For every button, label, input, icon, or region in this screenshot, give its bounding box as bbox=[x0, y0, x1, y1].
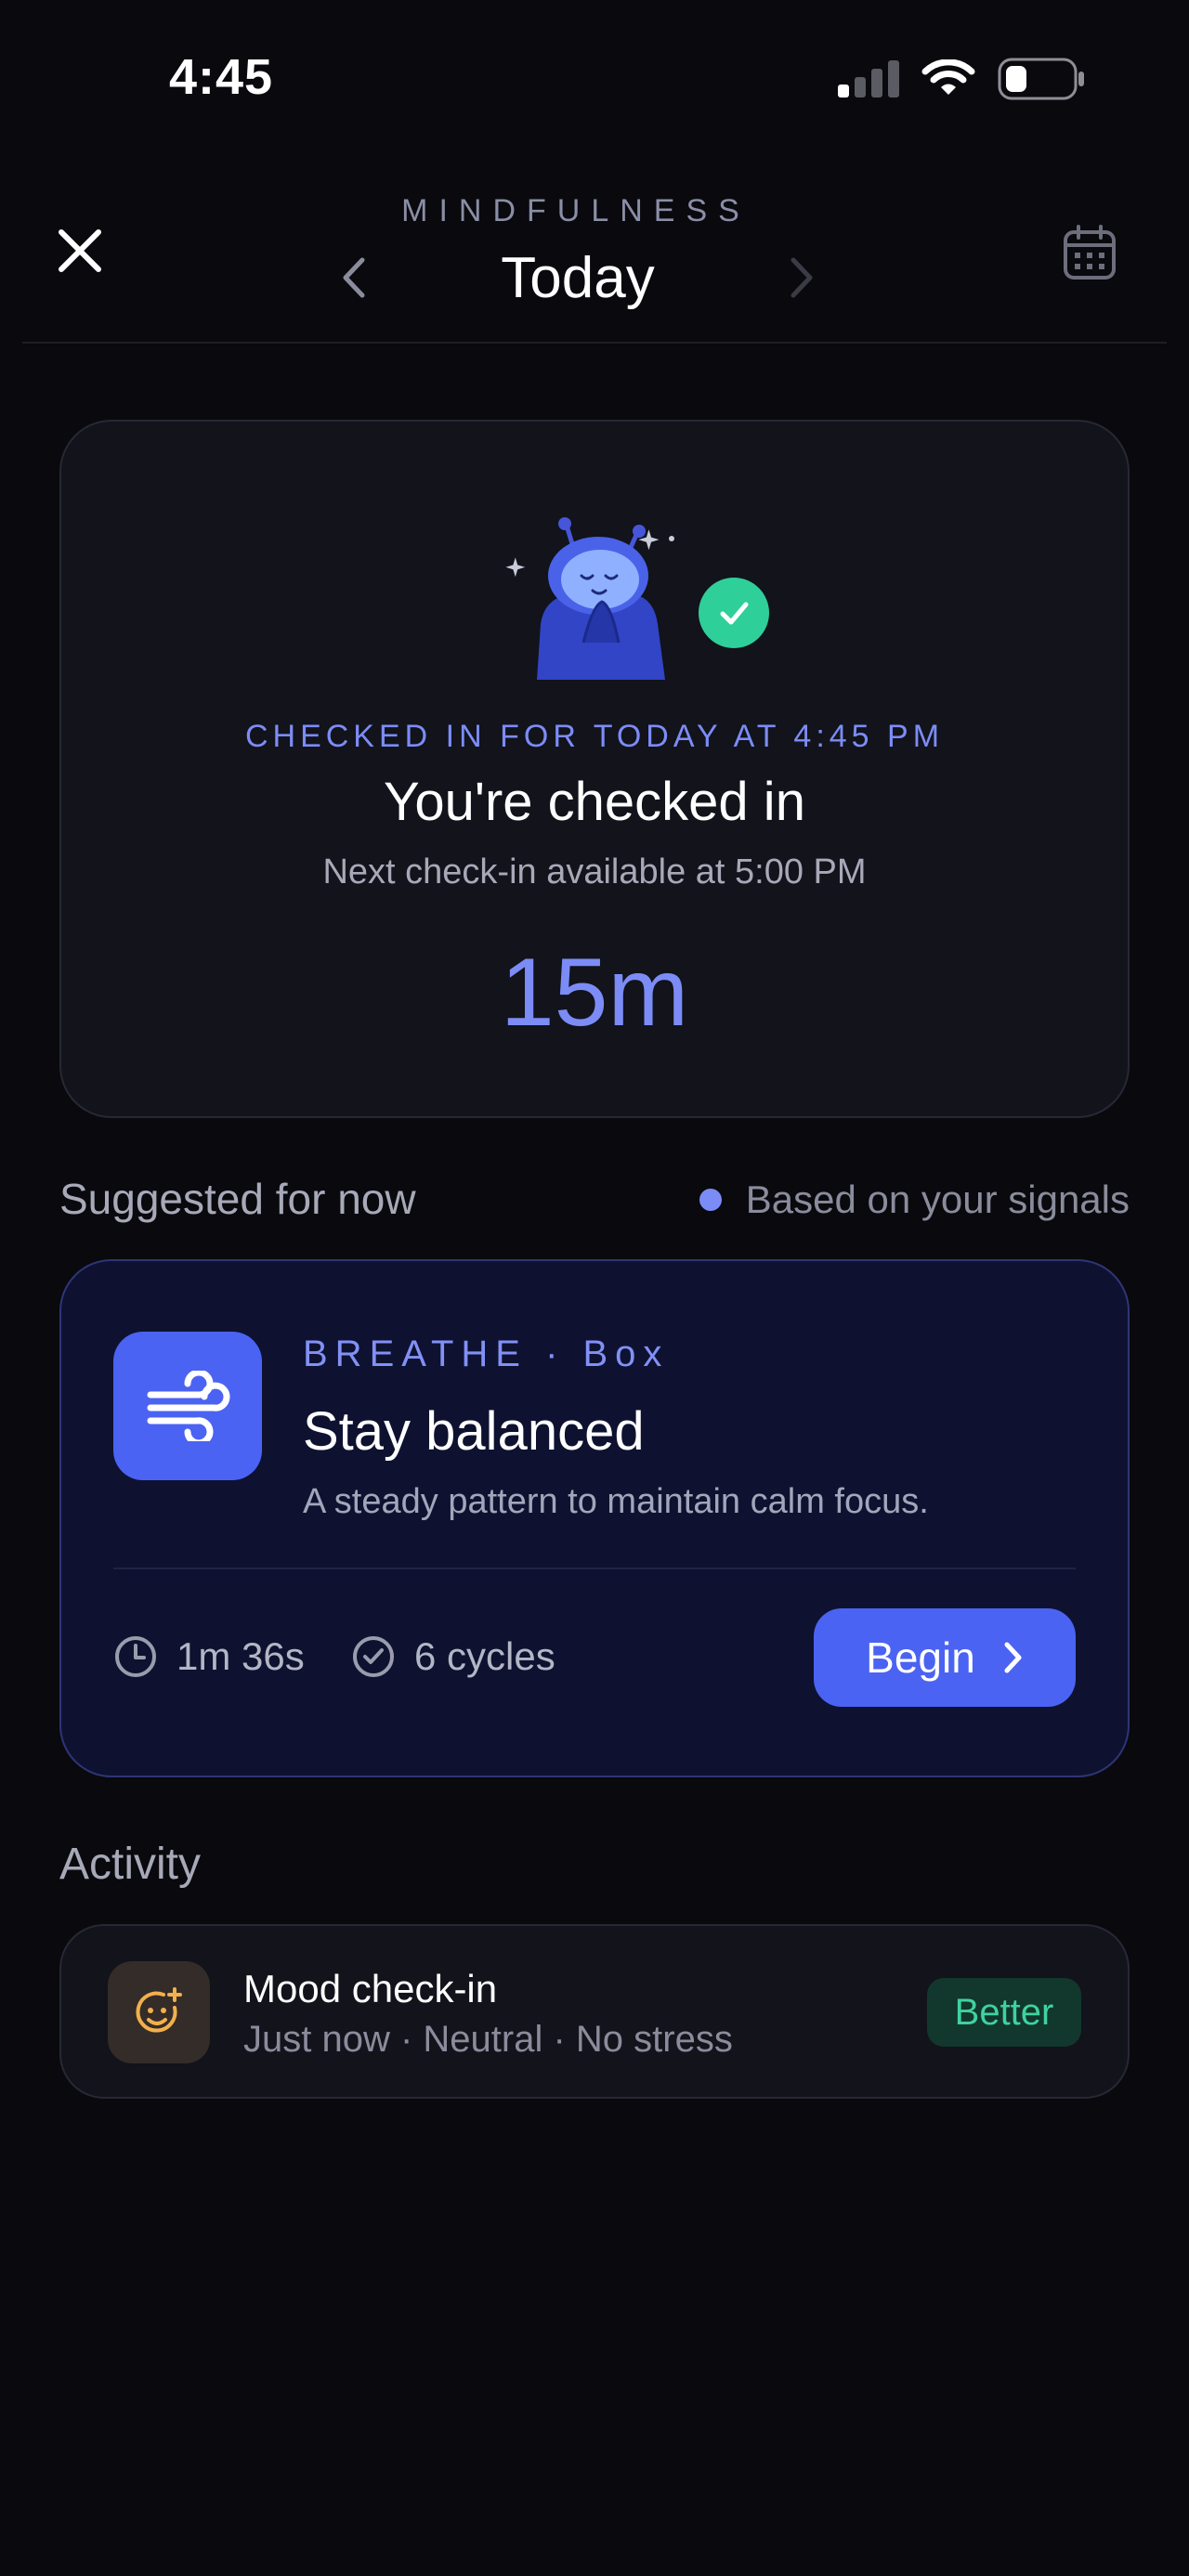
status-icons bbox=[838, 58, 1085, 100]
checkin-subtitle: Next check-in available at 5:00 PM bbox=[322, 852, 867, 891]
check-circle-icon bbox=[353, 1636, 394, 1677]
page-title: Today bbox=[501, 246, 655, 310]
status-time: 4:45 bbox=[169, 49, 274, 105]
suggestion-eyebrow: BREATHE · Box bbox=[303, 1334, 670, 1374]
begin-label: Begin bbox=[866, 1633, 975, 1682]
signals-dot-icon bbox=[699, 1189, 722, 1211]
checkmark-icon bbox=[720, 602, 749, 625]
signals-indicator: Based on your signals bbox=[699, 1177, 1130, 1222]
battery-icon bbox=[998, 58, 1084, 100]
header-eyebrow: MINDFULNESS bbox=[401, 193, 751, 228]
duration-value: 1m 36s bbox=[176, 1634, 305, 1678]
check-badge bbox=[699, 578, 769, 648]
mascot-illustration bbox=[505, 517, 674, 680]
activity-name: Mood check-in bbox=[243, 1967, 498, 2010]
suggestion-divider bbox=[113, 1568, 1076, 1569]
calendar-icon[interactable] bbox=[1063, 225, 1117, 280]
wind-icon bbox=[147, 1371, 230, 1441]
duration-meta: 1m 36s bbox=[113, 1634, 305, 1679]
begin-button[interactable]: Begin bbox=[814, 1608, 1076, 1707]
activity-title: Activity bbox=[59, 1840, 202, 1889]
cycles-value: 6 cycles bbox=[414, 1634, 555, 1678]
breathe-tile bbox=[113, 1332, 262, 1480]
cycles-meta: 6 cycles bbox=[351, 1634, 555, 1679]
chevron-right-icon bbox=[790, 257, 813, 298]
suggestion-description: A steady pattern to maintain calm focus. bbox=[303, 1482, 929, 1521]
wifi-icon bbox=[921, 59, 975, 95]
smiley-sparkle-icon bbox=[136, 1987, 182, 2033]
activity-detail: Just now · Neutral · No stress bbox=[243, 2019, 733, 2060]
header-divider bbox=[22, 342, 1167, 344]
mood-icon-tile bbox=[108, 1961, 210, 2063]
checkin-eyebrow: CHECKED IN FOR TODAY AT 4:45 PM bbox=[244, 719, 945, 754]
countdown-value: 15m bbox=[500, 939, 689, 1047]
chevron-right-icon bbox=[1004, 1642, 1022, 1673]
cellular-signal-icon bbox=[838, 60, 899, 98]
suggested-title: Suggested for now bbox=[59, 1175, 416, 1223]
status-badge: Better bbox=[927, 1978, 1081, 2047]
checkin-title: You're checked in bbox=[384, 772, 805, 832]
suggestion-title: Stay balanced bbox=[303, 1401, 645, 1462]
clock-icon bbox=[115, 1636, 156, 1677]
signals-label: Based on your signals bbox=[745, 1177, 1130, 1221]
